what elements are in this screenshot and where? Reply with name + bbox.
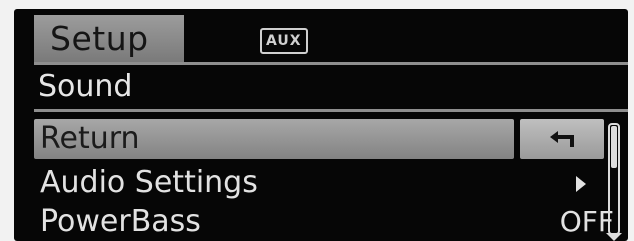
section-title: Sound: [38, 69, 133, 104]
menu-item-label: PowerBass: [40, 204, 201, 239]
scrollbar[interactable]: [608, 123, 620, 235]
aux-source-badge: AUX: [260, 28, 308, 54]
scroll-thumb[interactable]: [611, 126, 617, 168]
return-button[interactable]: [520, 119, 604, 159]
menu-item-powerbass[interactable]: PowerBass OFF: [34, 200, 614, 241]
menu-item-audio-settings[interactable]: Audio Settings: [34, 161, 614, 205]
menu-item-label: Audio Settings: [40, 165, 258, 200]
tab-setup[interactable]: Setup: [34, 15, 184, 62]
menu-item-return[interactable]: Return: [34, 117, 614, 161]
return-arrow-icon: [550, 131, 574, 147]
menu-item-label: Return: [40, 121, 140, 156]
head-unit-screen: Setup AUX Sound Return Audio Settings Po…: [14, 9, 628, 241]
tab-setup-label: Setup: [50, 19, 149, 58]
scroll-down-arrow-icon: [606, 233, 622, 241]
chevron-right-icon: [576, 176, 586, 192]
section-divider: [34, 109, 628, 112]
header-divider: [34, 62, 628, 65]
